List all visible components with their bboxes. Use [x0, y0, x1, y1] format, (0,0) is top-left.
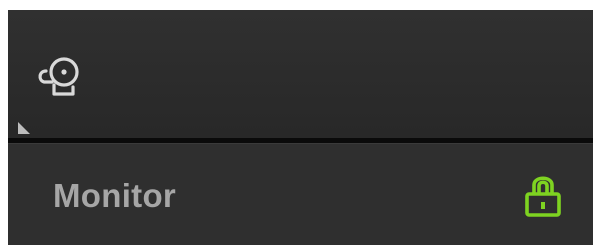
corner-triangle-icon[interactable]: [18, 122, 30, 134]
panel-header[interactable]: [8, 10, 593, 138]
monitor-panel: Monitor: [8, 10, 593, 245]
monitor-label: Monitor: [53, 177, 177, 214]
alarm-bell-icon[interactable]: [34, 52, 86, 104]
monitor-row[interactable]: Monitor: [8, 144, 593, 245]
lock-icon[interactable]: [521, 173, 565, 219]
